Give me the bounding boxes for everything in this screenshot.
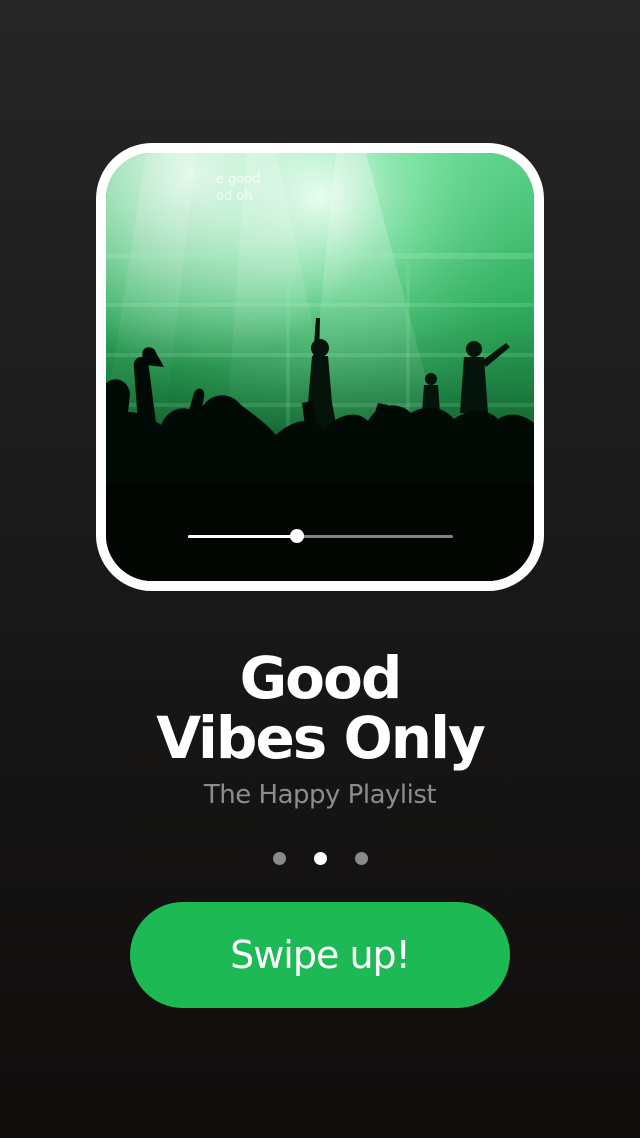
- page-dot-1[interactable]: [272, 852, 286, 865]
- page-indicator: [0, 852, 640, 865]
- page-dot-3[interactable]: [354, 852, 368, 865]
- swipe-up-button[interactable]: Swipe up!: [130, 902, 510, 1008]
- playlist-subtitle: The Happy Playlist: [203, 780, 437, 810]
- progress-bar[interactable]: [188, 529, 453, 543]
- concert-photo: e good od oh: [106, 153, 534, 581]
- progress-knob[interactable]: [289, 529, 304, 543]
- artwork-overlay-text-line1: e good: [216, 172, 261, 187]
- artwork-overlay-text-line2: od oh: [216, 189, 253, 204]
- page-dot-2[interactable]: [313, 852, 327, 865]
- playlist-title-line1: Good: [239, 644, 403, 712]
- playlist-title-line2: Vibes Only: [156, 704, 486, 772]
- playlist-title: Good Vibes Only: [0, 648, 640, 768]
- album-artwork-card[interactable]: e good od oh: [96, 143, 544, 591]
- progress-fill: [188, 535, 297, 538]
